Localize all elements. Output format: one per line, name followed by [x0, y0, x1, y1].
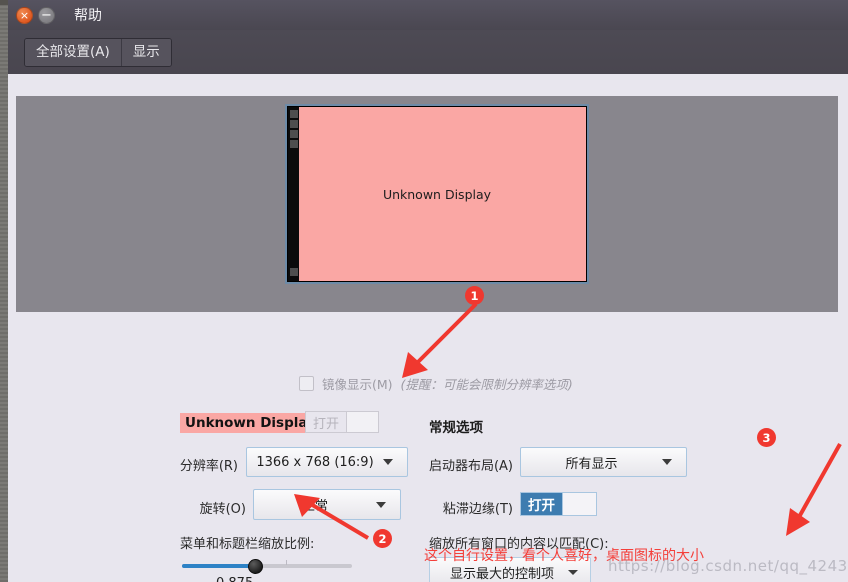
monitor-preview-canvas: Unknown Display — [16, 96, 838, 312]
chevron-down-icon — [662, 459, 672, 465]
launcher-icon — [289, 268, 298, 276]
annotation-badge-3: 3 — [757, 428, 776, 447]
menu-scale-value: 0.875 — [216, 576, 253, 582]
launcher-placement-select[interactable]: 所有显示 — [520, 447, 687, 477]
resolution-select[interactable]: 1366 x 768 (16:9) — [246, 447, 408, 477]
chevron-down-icon — [376, 501, 386, 508]
watermark-text: https://blog.csdn.net/qq_42431251 — [608, 557, 848, 575]
general-options-heading: 常规选项 — [429, 420, 483, 436]
sticky-edges-label: 粘滞边缘(T) — [442, 502, 513, 517]
tab-display[interactable]: 显示 — [121, 38, 171, 66]
scale-all-windows-value: 显示最大的控制项 — [449, 566, 554, 582]
launcher-icon — [289, 140, 298, 148]
monitor-thumbnail[interactable]: Unknown Display — [285, 104, 589, 284]
dialog-body: Unknown Display 镜像显示(M) (提醒：可能会限制分辨率选项) … — [8, 74, 848, 582]
window-title: 帮助 — [74, 8, 102, 24]
display-settings-window: × − 帮助 全部设置(A) 显示 Unknown Display 镜像显示(M… — [8, 0, 848, 582]
sticky-edges-toggle-on-label: 打开 — [521, 493, 562, 515]
slider-tick — [286, 560, 287, 565]
display-name-badge: Unknown Display — [180, 413, 321, 433]
launcher-placement-label: 启动器布局(A) — [428, 459, 513, 474]
minimize-icon[interactable]: − — [38, 6, 55, 24]
launcher-icon — [289, 110, 298, 118]
chevron-down-icon — [568, 569, 578, 575]
tab-all-settings[interactable]: 全部设置(A) — [25, 38, 122, 66]
launcher-icon — [289, 130, 298, 138]
tab-group: 全部设置(A) 显示 — [24, 37, 172, 67]
mirror-displays-row: 镜像显示(M) (提醒：可能会限制分辨率选项) — [299, 374, 573, 393]
unity-launcher-preview — [288, 107, 299, 281]
resolution-value: 1366 x 768 (16:9) — [256, 454, 374, 470]
slider-handle[interactable] — [248, 559, 263, 574]
display-power-toggle[interactable]: 打开 — [305, 411, 380, 433]
sticky-edges-toggle-knob — [562, 493, 596, 515]
rotation-label: 旋转(O) — [199, 502, 246, 517]
monitor-name-label: Unknown Display — [382, 186, 492, 202]
resolution-label: 分辨率(R) — [179, 459, 238, 474]
launcher-icon — [289, 120, 298, 128]
window-titlebar: × − 帮助 — [8, 0, 848, 30]
mirror-displays-hint: (提醒：可能会限制分辨率选项) — [400, 377, 573, 392]
menu-scale-slider[interactable] — [182, 559, 352, 574]
display-power-toggle-knob — [346, 412, 379, 432]
annotation-badge-1: 1 — [465, 286, 484, 305]
rotation-select[interactable]: 正常 — [253, 489, 401, 520]
slider-fill — [182, 564, 254, 568]
display-power-toggle-on-label: 打开 — [306, 412, 347, 432]
sticky-edges-toggle[interactable]: 打开 — [520, 492, 597, 516]
mirror-displays-label: 镜像显示(M) — [322, 377, 393, 392]
close-icon[interactable]: × — [16, 6, 33, 24]
rotation-value: 正常 — [301, 499, 328, 514]
mirror-displays-checkbox[interactable] — [299, 376, 314, 391]
chevron-down-icon — [383, 459, 393, 465]
monitor-screen: Unknown Display — [288, 107, 586, 281]
tab-strip: 全部设置(A) 显示 — [8, 30, 848, 74]
annotation-badge-2: 2 — [373, 529, 392, 548]
launcher-placement-value: 所有显示 — [565, 456, 618, 472]
